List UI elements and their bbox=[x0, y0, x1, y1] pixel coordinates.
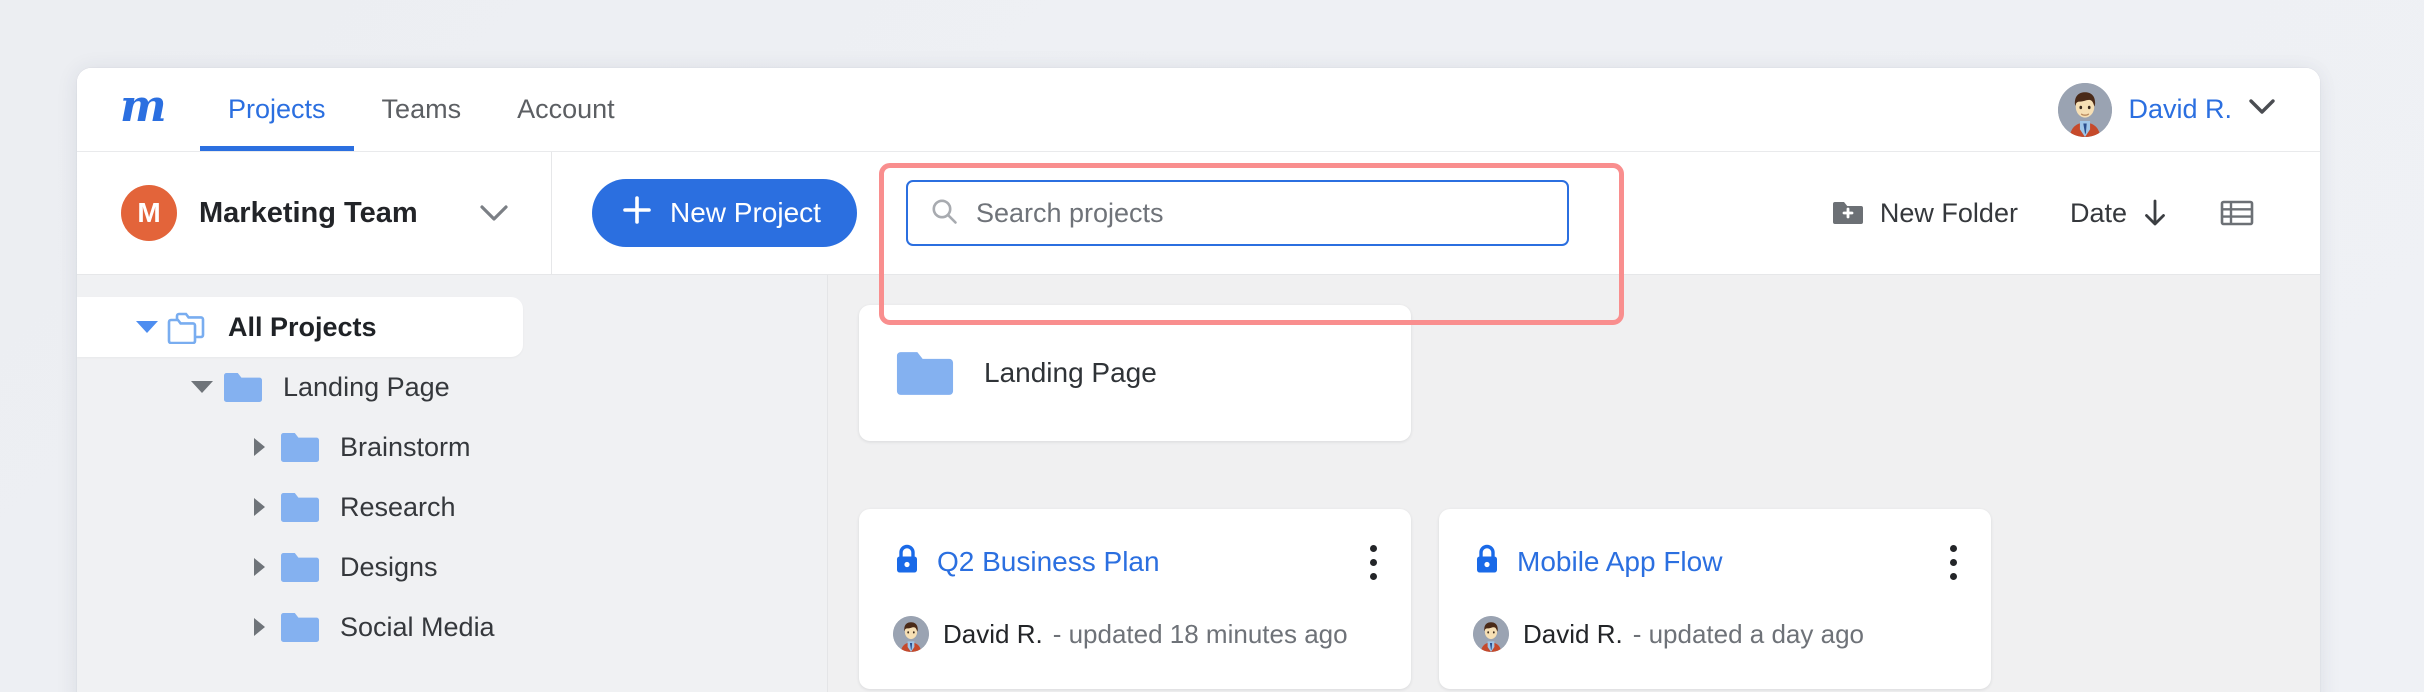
projects-grid: Landing Page Q2 Business Plan David R. -… bbox=[828, 275, 2320, 692]
folder-plus-icon bbox=[1831, 199, 1865, 227]
folder-icon bbox=[279, 491, 321, 524]
app-body: All Projects Landing Page Brainstorm Res… bbox=[77, 275, 2320, 692]
search-projects-field[interactable] bbox=[905, 180, 1569, 246]
tab-teams-label: Teams bbox=[381, 94, 462, 124]
disclosure-triangle-icon[interactable] bbox=[239, 558, 279, 576]
sort-by-date-button[interactable]: Date bbox=[2044, 198, 2194, 229]
project-title[interactable]: Mobile App Flow bbox=[1517, 546, 1722, 578]
new-folder-label: New Folder bbox=[1879, 197, 2018, 228]
tab-teams[interactable]: Teams bbox=[354, 68, 490, 151]
sidebar-item-social-media[interactable]: Social Media bbox=[77, 597, 827, 657]
project-author: David R. bbox=[1523, 618, 1623, 649]
table-view-button[interactable] bbox=[2194, 198, 2280, 228]
project-author: David R. bbox=[943, 618, 1043, 649]
folders-outline-icon bbox=[167, 310, 209, 344]
folder-name-label: Landing Page bbox=[984, 357, 1157, 388]
toolbar: M Marketing Team New Project Search proj… bbox=[77, 152, 2320, 275]
chevron-down-icon bbox=[2248, 98, 2276, 121]
lock-icon bbox=[893, 543, 921, 580]
lock-icon bbox=[1473, 543, 1501, 580]
folder-icon bbox=[222, 371, 264, 404]
sidebar-item-label: Designs bbox=[340, 551, 438, 582]
new-folder-button[interactable]: New Folder bbox=[1805, 198, 2044, 229]
user-name-label: David R. bbox=[2128, 94, 2232, 124]
folder-card-landing-page[interactable]: Landing Page bbox=[859, 305, 1411, 441]
search-icon bbox=[930, 197, 958, 230]
app-logo-icon[interactable]: m bbox=[120, 84, 172, 135]
folder-icon bbox=[279, 611, 321, 644]
tab-projects[interactable]: Projects bbox=[200, 68, 354, 151]
project-title-row: Mobile App Flow bbox=[1473, 543, 1961, 580]
team-name-label: Marketing Team bbox=[199, 196, 418, 229]
sidebar-item-designs[interactable]: Designs bbox=[77, 537, 827, 597]
avatar bbox=[1473, 616, 1509, 652]
sidebar-item-label: Social Media bbox=[340, 611, 495, 642]
plus-icon bbox=[622, 195, 652, 232]
disclosure-triangle-icon[interactable] bbox=[182, 381, 222, 393]
project-meta: David R. - updated a day ago bbox=[1473, 616, 1961, 652]
disclosure-triangle-icon[interactable] bbox=[239, 618, 279, 636]
arrow-down-icon bbox=[2142, 198, 2168, 228]
new-project-button[interactable]: New Project bbox=[592, 179, 857, 247]
sidebar-item-label: Brainstorm bbox=[340, 431, 471, 462]
three-dots-icon[interactable] bbox=[1950, 545, 1957, 580]
sidebar-item-label: Landing Page bbox=[283, 371, 450, 402]
new-project-label: New Project bbox=[670, 197, 821, 228]
search-input[interactable] bbox=[975, 197, 1545, 229]
tab-account[interactable]: Account bbox=[489, 68, 643, 151]
sort-date-label: Date bbox=[2069, 197, 2127, 228]
sidebar-item-research[interactable]: Research bbox=[77, 477, 827, 537]
tab-account-label: Account bbox=[517, 94, 615, 124]
team-avatar: M bbox=[121, 185, 177, 241]
folder-icon bbox=[894, 349, 956, 398]
tab-projects-label: Projects bbox=[228, 94, 326, 124]
disclosure-triangle-icon[interactable] bbox=[239, 438, 279, 456]
disclosure-triangle-icon[interactable] bbox=[127, 321, 167, 333]
three-dots-icon[interactable] bbox=[1370, 545, 1377, 580]
sidebar-item-landing-page[interactable]: Landing Page bbox=[77, 357, 827, 417]
project-title-row: Q2 Business Plan bbox=[893, 543, 1381, 580]
folder-icon bbox=[279, 431, 321, 464]
avatar bbox=[893, 616, 929, 652]
avatar bbox=[2058, 82, 2113, 137]
project-card-row: Q2 Business Plan David R. - updated 18 m… bbox=[859, 509, 2320, 689]
chevron-down-icon[interactable] bbox=[479, 204, 509, 223]
toolbar-actions: New Folder Date bbox=[1805, 198, 2280, 229]
project-updated: - updated 18 minutes ago bbox=[1052, 618, 1348, 649]
sidebar-tree: All Projects Landing Page Brainstorm Res… bbox=[77, 275, 828, 692]
sidebar-item-label: Research bbox=[340, 491, 456, 522]
project-card[interactable]: Mobile App Flow David R. - updated a day… bbox=[1439, 509, 1991, 689]
table-view-icon bbox=[2220, 198, 2254, 228]
app-window: m Projects Teams Account David R. M Mark… bbox=[77, 68, 2320, 692]
top-navigation-bar: m Projects Teams Account David R. bbox=[77, 68, 2320, 152]
sidebar-item-brainstorm[interactable]: Brainstorm bbox=[77, 417, 827, 477]
project-title[interactable]: Q2 Business Plan bbox=[937, 546, 1160, 578]
project-updated: - updated a day ago bbox=[1632, 618, 1864, 649]
folder-icon bbox=[279, 551, 321, 584]
sidebar-item-label: All Projects bbox=[228, 311, 377, 342]
disclosure-triangle-icon[interactable] bbox=[239, 498, 279, 516]
sidebar-item-all-projects[interactable]: All Projects bbox=[77, 297, 523, 357]
project-meta: David R. - updated 18 minutes ago bbox=[893, 616, 1381, 652]
project-card[interactable]: Q2 Business Plan David R. - updated 18 m… bbox=[859, 509, 1411, 689]
user-menu[interactable]: David R. bbox=[2058, 82, 2276, 137]
team-selector[interactable]: M Marketing Team bbox=[77, 152, 552, 274]
page-root: m Projects Teams Account David R. M Mark… bbox=[0, 0, 2424, 692]
nav-tabs: Projects Teams Account bbox=[200, 68, 643, 151]
